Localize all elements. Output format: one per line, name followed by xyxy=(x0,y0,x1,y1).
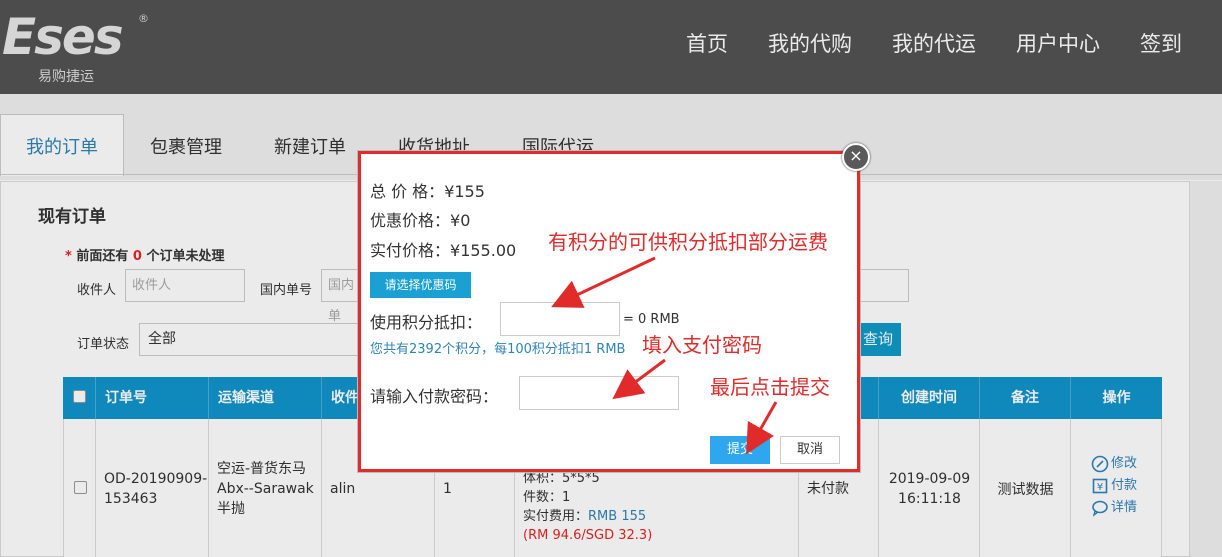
annotation-points: 有积分的可供积分抵扣部分运费 xyxy=(548,230,828,254)
annotation-password: 填入支付密码 xyxy=(642,333,762,357)
select-coupon-button[interactable]: 请选择优惠码 xyxy=(370,272,471,298)
discount-price-line: 优惠价格：¥0 xyxy=(370,207,470,231)
close-icon[interactable]: × xyxy=(842,143,870,171)
submit-button[interactable]: 提交 xyxy=(710,436,770,464)
cancel-button[interactable]: 取消 xyxy=(780,436,840,464)
password-label: 请输入付款密码： xyxy=(370,387,499,406)
points-label: 使用积分抵扣： xyxy=(370,313,483,332)
discount-label: 优惠价格： xyxy=(370,211,451,230)
discount-value: ¥0 xyxy=(450,211,471,230)
points-tip: 您共有2392个积分，每100积分抵扣1 RMB xyxy=(370,342,626,357)
total-value: ¥155 xyxy=(444,182,485,201)
annotation-submit: 最后点击提交 xyxy=(710,375,830,399)
payment-password-input[interactable] xyxy=(519,376,679,410)
total-label: 总 价 格： xyxy=(370,182,445,201)
total-price-line: 总 价 格：¥155 xyxy=(370,178,485,202)
points-input[interactable] xyxy=(500,302,620,336)
paid-price-line: 实付价格：¥155.00 xyxy=(370,237,516,261)
points-rmb: = 0 RMB xyxy=(623,312,680,327)
payment-dialog: 总 价 格：¥155 优惠价格：¥0 实付价格：¥155.00 请选择优惠码 使… xyxy=(358,151,860,472)
paid-price-label: 实付价格： xyxy=(370,241,451,260)
paid-price-value: ¥155.00 xyxy=(450,241,517,260)
